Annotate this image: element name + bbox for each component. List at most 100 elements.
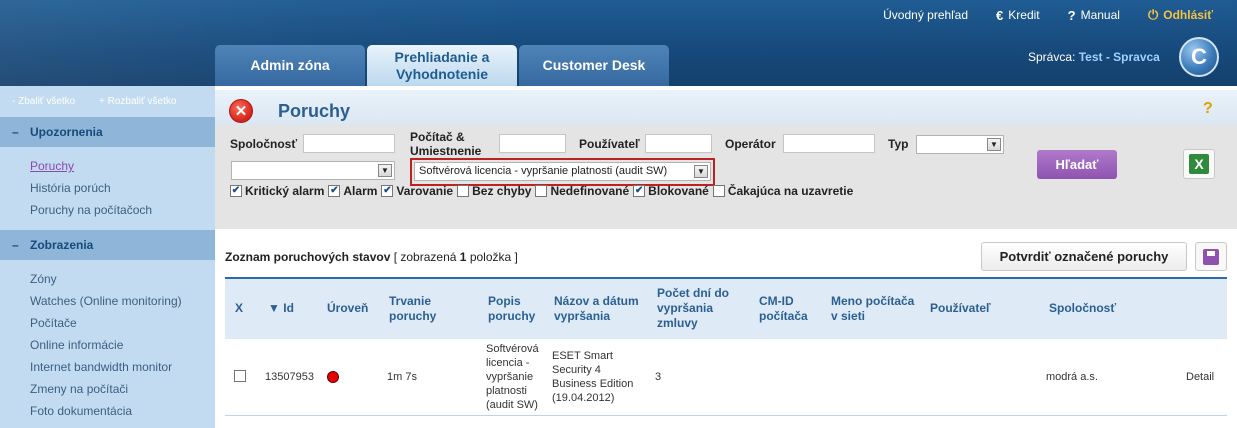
sidebar-item-watches[interactable]: Watches (Online monitoring): [30, 294, 182, 308]
list-title-text: Zoznam poruchových stavov: [225, 250, 391, 264]
col-name-date[interactable]: Názov a dátum vypršania: [554, 294, 639, 324]
sidebar-item-poruchy[interactable]: Poruchy: [30, 159, 74, 173]
col-company[interactable]: Spoločnosť: [1049, 301, 1116, 316]
checkbox-checked[interactable]: ✔: [381, 185, 394, 197]
search-button[interactable]: Hľadať: [1037, 150, 1117, 179]
row-name-line: (19.04.2012): [552, 392, 615, 404]
sidebar-item-pocitace[interactable]: Počítače: [30, 316, 77, 330]
euro-icon: €: [996, 7, 1004, 23]
table-row: 13507953 1m 7s Softvérová licencia - vyp…: [225, 339, 1227, 416]
sidebar-item-zmeny-na-pocitaci[interactable]: Zmeny na počítači: [30, 382, 128, 396]
computer-label: Počítač & Umiestnenie: [410, 131, 481, 157]
row-detail-link[interactable]: Detail: [1186, 370, 1214, 384]
tab-customer-desk[interactable]: Customer Desk: [519, 45, 669, 86]
sidebar-section-upozornenia[interactable]: – Upozornenia: [0, 117, 215, 147]
col-x[interactable]: X: [235, 301, 243, 316]
checkbox-checked[interactable]: ✔: [328, 185, 341, 197]
col-duration-line2: poruchy: [389, 309, 437, 323]
overview-link[interactable]: Úvodný prehľad: [883, 7, 968, 23]
col-name-line2: vypršania: [554, 309, 611, 323]
col-description[interactable]: Popis poruchy: [488, 294, 535, 324]
tab-prehliadanie[interactable]: Prehliadanie a Vyhodnotenie: [367, 45, 517, 86]
checkbox-cakajuca[interactable]: Čakajúca na uzavretie: [712, 184, 854, 198]
operator-input[interactable]: [783, 134, 875, 153]
top-links: Úvodný prehľad € Kredit ? Manual ⏻ Odhlásiť: [883, 7, 1213, 23]
app-logo-icon: C: [1179, 37, 1219, 77]
col-desc-line2: poruchy: [488, 309, 536, 323]
help-icon[interactable]: ?: [1203, 100, 1213, 118]
checkbox-unchecked[interactable]: [712, 185, 725, 197]
collapse-all-link[interactable]: - Zbaliť všetko: [12, 96, 75, 107]
tab-prehliadanie-label: Prehliadanie a Vyhodnotenie: [395, 49, 490, 83]
first-select[interactable]: ▼: [231, 161, 395, 180]
checkbox-checked[interactable]: ✔: [633, 185, 646, 197]
manual-label: Manual: [1080, 8, 1120, 22]
sidebar-item-poruchy-na-pocitacoch[interactable]: Poruchy na počítačoch: [30, 203, 152, 217]
computer-input[interactable]: [499, 134, 566, 153]
tab-admin-zone[interactable]: Admin zóna: [215, 45, 365, 86]
checkbox-kriticky-alarm[interactable]: ✔ Kritický alarm: [230, 184, 324, 198]
col-days-line1: Počet dní do: [657, 286, 729, 300]
filter-panel: Spoločnosť Počítač & Umiestnenie Používa…: [215, 125, 1237, 229]
col-duration-line1: Trvanie: [389, 294, 432, 308]
tab-prehliadanie-line2: Vyhodnotenie: [395, 65, 489, 82]
fault-type-select[interactable]: Softvérová licencia - vypršanie platnost…: [414, 162, 711, 181]
type-select[interactable]: ▼: [916, 135, 1004, 154]
row-select-checkbox[interactable]: [234, 370, 246, 382]
fault-type-select-value: Softvérová licencia - vypršanie platnost…: [419, 165, 668, 177]
logout-link[interactable]: ⏻ Odhlásiť: [1148, 7, 1213, 23]
sidebar-item-historia-poruch[interactable]: História porúch: [30, 181, 111, 195]
col-user[interactable]: Používateľ: [930, 301, 991, 316]
checkbox-label: Nedefinované: [550, 184, 630, 198]
row-desc-line: Softvérová: [486, 343, 539, 355]
col-cmid-line2: počítača: [759, 309, 808, 323]
sidebar-section-title: Upozornenia: [30, 125, 103, 139]
user-input[interactable]: [645, 134, 712, 153]
col-pcname-line1: Meno počítača: [831, 294, 915, 308]
col-cmid[interactable]: CM-ID počítača: [759, 294, 808, 324]
checkbox-nedefinovane[interactable]: Nedefinované: [535, 184, 629, 198]
sidebar-item-internet-bandwidth[interactable]: Internet bandwidth monitor: [30, 360, 172, 374]
checkbox-label: Čakajúca na uzavretie: [727, 184, 854, 198]
checkbox-blokovane[interactable]: ✔ Blokované: [633, 184, 709, 198]
checkbox-unchecked[interactable]: [535, 185, 548, 197]
checkbox-label: Bez chyby: [472, 184, 532, 198]
col-id[interactable]: ▼ Id: [268, 301, 294, 316]
row-description: Softvérová licencia - vypršanie platnost…: [486, 342, 539, 412]
question-icon: ?: [1067, 7, 1076, 23]
confirm-faults-button[interactable]: Potvrdiť označené poruchy: [981, 242, 1187, 271]
col-pc-name[interactable]: Meno počítača v sieti: [831, 294, 914, 324]
col-cmid-line1: CM-ID: [759, 294, 794, 308]
col-level[interactable]: Úroveň: [327, 301, 368, 316]
checkbox-label: Blokované: [648, 184, 709, 198]
col-days[interactable]: Počet dní do vypršania zmluvy: [657, 286, 729, 331]
company-label: Spoločnosť: [230, 137, 298, 151]
table-header: X ▼ Id Úroveň Trvanie poruchy Popis poruch…: [225, 277, 1227, 339]
checkbox-varovanie[interactable]: ✔ Varovanie: [381, 184, 453, 198]
row-duration: 1m 7s: [387, 371, 417, 383]
row-name-date: ESET Smart Security 4 Business Edition (…: [552, 349, 633, 405]
sidebar-section-zobrazenia[interactable]: – Zobrazenia: [0, 230, 215, 260]
level-indicator-icon: [327, 371, 339, 383]
excel-export-button[interactable]: X: [1183, 149, 1215, 179]
computer-label-line2: Umiestnenie: [410, 144, 482, 158]
col-duration[interactable]: Trvanie poruchy: [389, 294, 436, 324]
manual-link[interactable]: ? Manual: [1068, 7, 1120, 23]
sidebar-item-online-informacie[interactable]: Online informácie: [30, 338, 123, 352]
checkbox-alarm[interactable]: ✔ Alarm: [328, 184, 377, 198]
sidebar-item-zony[interactable]: Zóny: [30, 272, 57, 286]
list-shown-suffix: položka ]: [469, 250, 518, 264]
row-company: modrá a.s.: [1046, 371, 1098, 383]
company-input[interactable]: [303, 134, 395, 153]
overview-label: Úvodný prehľad: [883, 8, 969, 22]
admin-user-label: Správca:: [1028, 50, 1076, 64]
save-button[interactable]: [1195, 242, 1227, 271]
row-days: 3: [655, 371, 662, 383]
checkbox-unchecked[interactable]: [457, 185, 470, 197]
page-title: Poruchy: [278, 101, 351, 121]
credit-link[interactable]: € Kredit: [996, 7, 1040, 23]
checkbox-checked[interactable]: ✔: [230, 185, 242, 197]
sidebar-item-foto-dokumentacia[interactable]: Foto dokumentácia: [30, 404, 132, 418]
expand-all-link[interactable]: + Rozbaliť všetko: [99, 96, 176, 107]
checkbox-bez-chyby[interactable]: Bez chyby: [457, 184, 531, 198]
